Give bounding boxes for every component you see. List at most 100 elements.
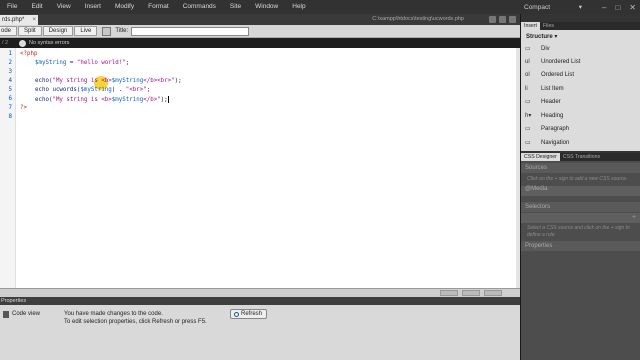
line-number: 7 bbox=[8, 105, 13, 111]
insert-item-unordered-list[interactable]: ul Unordered List bbox=[521, 56, 640, 69]
close-icon[interactable]: ✕ bbox=[629, 3, 636, 12]
code-view-button[interactable]: ode bbox=[0, 26, 18, 36]
insert-item-ordered-list[interactable]: ol Ordered List bbox=[521, 69, 640, 82]
insert-item-div[interactable]: ▭ Div bbox=[521, 43, 640, 56]
minimize-icon[interactable]: – bbox=[602, 3, 606, 12]
css-designer-panel: Sources Click on the + sign to add a new… bbox=[521, 161, 640, 360]
title-input[interactable] bbox=[131, 26, 250, 36]
info-bar: / 2 No syntax errors bbox=[0, 38, 520, 48]
properties-section-header[interactable]: Properties bbox=[521, 241, 640, 251]
code-punct: ; bbox=[125, 60, 130, 66]
sources-section-header[interactable]: Sources bbox=[521, 163, 640, 173]
status-bar bbox=[0, 288, 520, 297]
refresh-icon bbox=[234, 312, 239, 317]
split-view-button[interactable]: Split bbox=[18, 26, 42, 36]
properties-panel-header[interactable]: Properties bbox=[0, 297, 520, 305]
document-path: C:\xampp\htdocs\testing\ucwords.php bbox=[372, 16, 464, 22]
li-icon: li bbox=[525, 86, 528, 92]
menu-bar: File Edit View Insert Modify Format Comm… bbox=[0, 0, 640, 14]
menu-site[interactable]: Site bbox=[223, 0, 248, 14]
code-keyword: echo( bbox=[35, 97, 53, 103]
menu-help[interactable]: Help bbox=[285, 0, 312, 14]
menu-commands[interactable]: Commands bbox=[176, 0, 223, 14]
selectors-search-row[interactable]: + bbox=[521, 213, 640, 223]
selectors-section-header[interactable]: Selectors bbox=[521, 202, 640, 212]
tab-css-transitions[interactable]: CSS Transitions bbox=[560, 153, 603, 161]
related-files-icon[interactable] bbox=[499, 16, 506, 23]
menu-format[interactable]: Format bbox=[141, 0, 176, 14]
line-number: 6 bbox=[8, 96, 13, 102]
selectors-label: Selectors bbox=[525, 204, 551, 210]
code-keyword: echo( bbox=[35, 78, 53, 84]
paragraph-icon: ▭ bbox=[525, 126, 531, 132]
chevron-down-icon: ▾ bbox=[578, 4, 582, 11]
php-open-tag: <?php bbox=[20, 51, 38, 57]
document-tab[interactable]: rds.php* × bbox=[0, 15, 38, 25]
structure-dropdown[interactable]: Structure ▾ bbox=[521, 30, 640, 43]
insert-item-label: List Item bbox=[541, 86, 564, 92]
status-indicator bbox=[440, 290, 458, 296]
menu-edit[interactable]: Edit bbox=[24, 0, 49, 14]
document-tab-label: rds.php* bbox=[2, 17, 25, 23]
code-line: echo ucwords($myString) . "<br>"; bbox=[35, 87, 150, 93]
sources-label: Sources bbox=[525, 165, 548, 171]
insert-item-list-item[interactable]: li List Item bbox=[521, 83, 640, 96]
code-string: "hello world!" bbox=[76, 60, 126, 66]
tab-files[interactable]: Files bbox=[540, 22, 557, 30]
code-line: echo("My string is <b>$myString</b><br>"… bbox=[35, 78, 182, 84]
properties-title: Properties bbox=[1, 298, 27, 304]
code-variable: $myString bbox=[35, 60, 67, 66]
code-function: ucwords( bbox=[52, 87, 81, 93]
code-operator: = bbox=[66, 60, 77, 66]
div-icon: ▭ bbox=[525, 46, 531, 52]
refresh-button[interactable]: Refresh bbox=[230, 309, 267, 319]
design-view-button[interactable]: Design bbox=[42, 26, 74, 36]
code-line: ?> bbox=[20, 105, 27, 111]
properties-panel: Code view You have made changes to the c… bbox=[0, 305, 520, 360]
live-view-button[interactable]: Live bbox=[74, 26, 98, 36]
code-string: "My string is <b> bbox=[52, 78, 112, 84]
insert-item-paragraph[interactable]: ▭ Paragraph bbox=[521, 123, 640, 136]
properties-message: To edit selection properties, click Refr… bbox=[64, 319, 207, 325]
close-tab-icon[interactable]: × bbox=[32, 15, 36, 25]
maximize-icon[interactable]: □ bbox=[615, 3, 620, 12]
insert-item-navigation[interactable]: ▭ Navigation bbox=[521, 137, 640, 150]
tab-css-designer[interactable]: CSS Designer bbox=[521, 153, 560, 161]
insert-item-label: Navigation bbox=[541, 140, 570, 146]
code-keyword: echo bbox=[35, 87, 53, 93]
header-icon: ▭ bbox=[525, 99, 531, 105]
insert-item-heading[interactable]: h▾ Heading bbox=[521, 110, 640, 123]
menu-insert[interactable]: Insert bbox=[78, 0, 108, 14]
code-line: echo("My string is <b>$myString</b>"); bbox=[35, 96, 169, 103]
php-close-tag: ?> bbox=[20, 105, 27, 111]
tab-insert[interactable]: Insert bbox=[521, 22, 540, 30]
menu-modify[interactable]: Modify bbox=[108, 0, 141, 14]
inspect-icon[interactable] bbox=[102, 26, 112, 36]
insert-item-label: Ordered List bbox=[541, 72, 575, 78]
right-panel: Insert Files Structure ▾ ▭ Div ul Unordere… bbox=[520, 14, 640, 360]
check-icon bbox=[19, 39, 26, 47]
menu-file[interactable]: File bbox=[0, 0, 24, 14]
code-variable: $myString bbox=[80, 87, 112, 93]
insert-panel-tabs: Insert Files bbox=[521, 22, 640, 30]
status-indicator bbox=[484, 290, 502, 296]
status-indicator bbox=[462, 290, 480, 296]
workspace-switcher[interactable]: Compact ▾ bbox=[520, 1, 586, 13]
menu-window[interactable]: Window bbox=[248, 0, 285, 14]
line-number: 5 bbox=[8, 87, 13, 93]
code-operator: ) . bbox=[111, 87, 126, 93]
properties-message: You have made changes to the code. bbox=[64, 311, 163, 317]
menu-view[interactable]: View bbox=[50, 0, 78, 14]
insert-item-label: Heading bbox=[541, 113, 564, 119]
add-selector-icon[interactable]: + bbox=[632, 214, 638, 221]
media-row[interactable]: @Media bbox=[521, 186, 640, 196]
insert-item-header[interactable]: ▭ Header bbox=[521, 96, 640, 109]
structure-label: Structure ▾ bbox=[526, 34, 558, 40]
code-editor[interactable]: 1 2 3 4 5 6 7 8 <?php $myString = "hello… bbox=[0, 48, 516, 288]
expand-icon[interactable] bbox=[509, 16, 516, 23]
code-variable: $myString bbox=[111, 78, 144, 84]
document-tab-bar: rds.php* × C:\xampp\htdocs\testing\ucwor… bbox=[0, 14, 520, 25]
filter-icon[interactable] bbox=[489, 16, 496, 23]
selectors-hint: Select a CSS source and click on the + s… bbox=[527, 225, 630, 238]
view-toolbar: ode Split Design Live Title: bbox=[0, 25, 520, 38]
